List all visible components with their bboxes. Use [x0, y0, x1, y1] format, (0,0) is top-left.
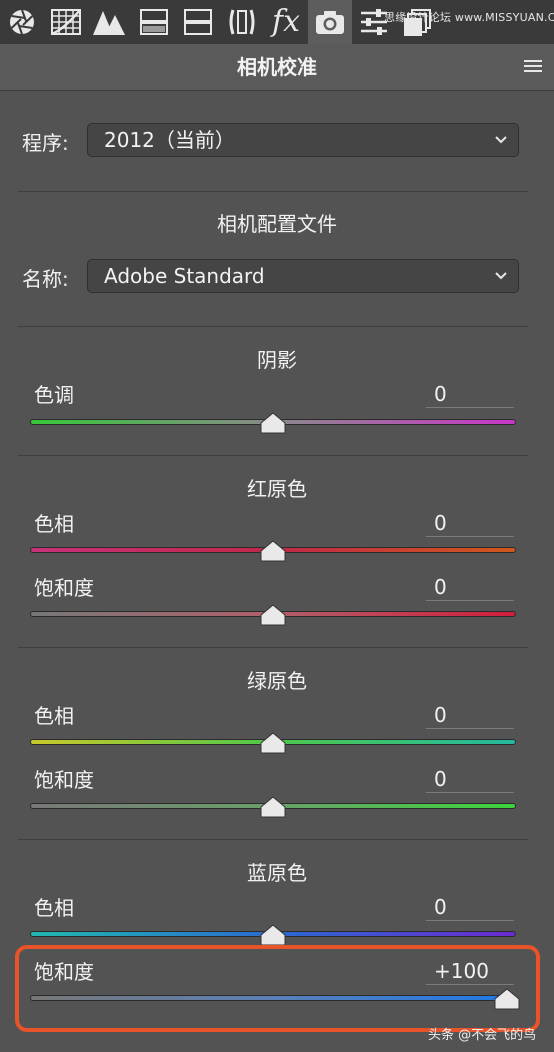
detail-triangle-icon[interactable] — [88, 0, 132, 44]
red-saturation-label: 饱和度 — [34, 576, 94, 600]
lens-corrections-icon[interactable] — [220, 0, 264, 44]
divider — [18, 455, 528, 456]
red-primary-section-title: 红原色 — [247, 477, 307, 501]
shadows-tint-label: 色调 — [34, 383, 74, 407]
blue-hue-value[interactable]: 0 — [426, 893, 514, 921]
green-hue-thumb[interactable] — [260, 732, 286, 754]
divider — [18, 839, 528, 840]
process-dropdown[interactable]: 2012（当前） — [87, 123, 519, 157]
divider — [18, 326, 528, 327]
fx-effects-icon[interactable]: fx — [264, 0, 308, 44]
red-saturation-value[interactable]: 0 — [426, 573, 514, 601]
divider — [18, 647, 528, 648]
highlight-box — [15, 945, 540, 1032]
blue-hue-thumb[interactable] — [260, 924, 286, 946]
divider — [18, 191, 528, 192]
panel-header: 相机校准 — [0, 44, 554, 91]
green-hue-value[interactable]: 0 — [426, 701, 514, 729]
green-saturation-label: 饱和度 — [34, 768, 94, 792]
process-value: 2012（当前） — [104, 128, 235, 152]
shadows-section-title: 阴影 — [257, 348, 297, 372]
red-saturation-thumb[interactable] — [260, 604, 286, 626]
shadows-tint-value[interactable]: 0 — [426, 380, 514, 408]
profile-value: Adobe Standard — [104, 264, 265, 288]
fx-label: fx — [271, 4, 301, 39]
site-watermark: 思缘设计论坛 www.MISSYUAN.COM — [384, 11, 554, 24]
green-hue-label: 色相 — [34, 704, 74, 728]
camera-profile-title: 相机配置文件 — [217, 212, 337, 236]
shadows-tint-thumb[interactable] — [260, 412, 286, 434]
hamburger-menu-icon[interactable] — [524, 60, 542, 74]
profile-name-label: 名称: — [22, 267, 69, 291]
chevron-down-icon — [495, 136, 507, 144]
green-saturation-value[interactable]: 0 — [426, 765, 514, 793]
panel-tab-toolbar: fx 思缘设计论坛 www.MISSYUAN.COM — [0, 0, 554, 44]
green-primary-section-title: 绿原色 — [247, 669, 307, 693]
red-hue-label: 色相 — [34, 512, 74, 536]
split-toning-icon[interactable] — [176, 0, 220, 44]
process-label: 程序: — [22, 131, 69, 155]
red-hue-value[interactable]: 0 — [426, 509, 514, 537]
panel-title: 相机校准 — [237, 55, 317, 79]
hsl-split-icon[interactable] — [132, 0, 176, 44]
blue-hue-label: 色相 — [34, 896, 74, 920]
red-hue-thumb[interactable] — [260, 540, 286, 562]
basic-aperture-icon[interactable] — [0, 0, 44, 44]
chevron-down-icon — [495, 272, 507, 280]
camera-calibration-icon[interactable] — [308, 0, 352, 44]
footer-watermark: 头条 @不会飞的鸟 — [428, 1028, 537, 1043]
green-saturation-thumb[interactable] — [260, 796, 286, 818]
profile-dropdown[interactable]: Adobe Standard — [87, 259, 519, 293]
blue-primary-section-title: 蓝原色 — [247, 861, 307, 885]
tone-curve-grid-icon[interactable] — [44, 0, 88, 44]
